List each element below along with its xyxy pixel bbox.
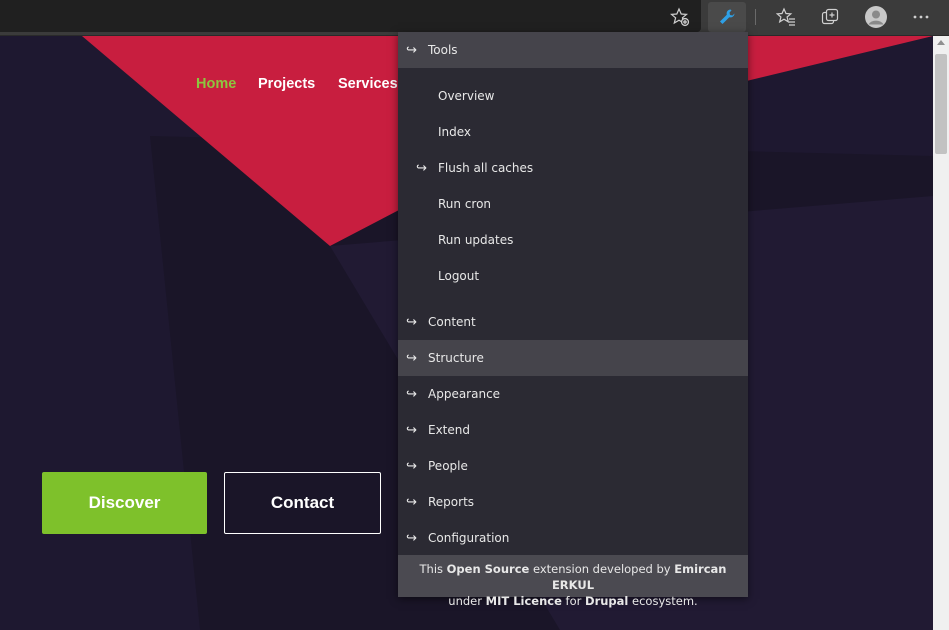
nav-home[interactable]: Home [196,76,236,92]
menu-footer-credits: This Open Source extension developed by … [398,555,748,608]
footer-bold-licence: MIT Licence [485,594,562,608]
menu-item-label: Appearance [428,387,501,401]
menu-item-extend[interactable]: ↪ Extend [398,412,748,448]
scroll-thumb[interactable] [935,54,947,154]
menu-item-people[interactable]: ↪ People [398,448,748,484]
menu-item-label: Reports [428,495,475,509]
expand-arrow-icon: ↪ [406,42,417,58]
scroll-up-arrow-icon[interactable] [937,40,945,45]
expand-arrow-icon: ↪ [406,422,417,438]
footer-bold-drupal: Drupal [585,594,629,608]
menu-item-reports[interactable]: ↪ Reports [398,484,748,520]
menu-item-label: Structure [428,351,484,365]
expand-arrow-icon: ↪ [406,314,417,330]
menu-item-appearance[interactable]: ↪ Appearance [398,376,748,412]
menu-item-label: Configuration [428,531,510,545]
footer-bold-open-source: Open Source [446,562,530,576]
menu-item-label: Overview [438,89,495,103]
menu-item-run-cron[interactable]: Run cron [398,186,748,222]
expand-arrow-icon: ↪ [406,530,417,546]
menu-header-tools[interactable]: ↪ Tools [398,32,748,68]
more-menu-icon[interactable] [902,2,940,32]
expand-arrow-icon: ↪ [406,350,417,366]
browser-toolbar [0,0,949,36]
menu-item-label: Content [428,315,476,329]
menu-item-label: Run updates [438,233,514,247]
footer-text: for [561,594,586,608]
footer-line-1: This Open Source extension developed by … [398,561,748,593]
menu-item-run-updates[interactable]: Run updates [398,222,748,258]
favorite-add-icon[interactable] [661,2,699,32]
footer-line-2: under MIT Licence for Drupal ecosystem. [398,593,748,609]
nav-projects[interactable]: Projects [258,76,315,92]
collections-icon[interactable] [811,2,849,32]
menu-item-label: Flush all caches [438,161,534,175]
menu-item-label: People [428,459,468,473]
footer-text: This [419,562,447,576]
footer-text: ecosystem. [628,594,698,608]
favorites-icon[interactable] [767,2,805,32]
menu-item-logout[interactable]: Logout [398,258,748,294]
expand-arrow-icon: ↪ [406,386,417,402]
nav-services[interactable]: Services [338,76,398,92]
toolbar-separator [755,9,756,25]
expand-arrow-icon: ↪ [406,494,417,510]
menu-item-label: Run cron [438,197,492,211]
menu-item-label: Logout [438,269,480,283]
profile-avatar-icon[interactable] [857,2,895,32]
discover-button[interactable]: Discover [42,472,207,534]
menu-item-label: Extend [428,423,470,437]
wrench-extension-icon[interactable] [708,2,746,32]
footer-text: under [448,594,486,608]
menu-item-overview[interactable]: Overview [398,78,748,114]
menu-item-content[interactable]: ↪ Content [398,304,748,340]
expand-arrow-icon: ↪ [406,458,417,474]
contact-button[interactable]: Contact [224,472,381,534]
admin-toolbar-menu: ↪ Tools Overview Index ↪ Flush all cache… [398,32,748,608]
menu-item-flush-all-caches[interactable]: ↪ Flush all caches [398,150,748,186]
footer-text: extension developed by [529,562,675,576]
expand-arrow-icon: ↪ [416,160,427,176]
menu-item-label: Tools [428,43,458,57]
menu-item-label: Index [438,125,472,139]
menu-item-structure[interactable]: ↪ Structure [398,340,748,376]
menu-item-index[interactable]: Index [398,114,748,150]
address-bar[interactable] [0,0,701,32]
page-scrollbar[interactable] [933,36,949,630]
menu-item-configuration[interactable]: ↪ Configuration [398,520,748,556]
